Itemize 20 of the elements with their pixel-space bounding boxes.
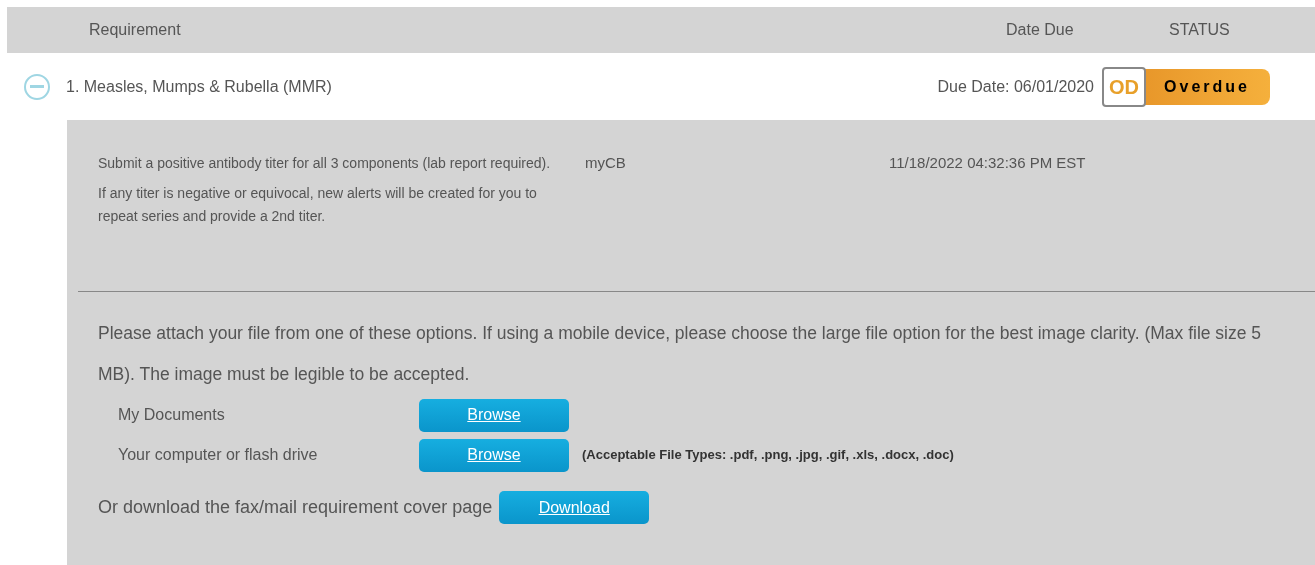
source-text: myCB [585, 153, 627, 173]
instruction-text: If any titer is negative or equivocal, new alerts will be created for you to repeat series and provide a 2nd titer. [98, 184, 538, 226]
column-header: Requirement [89, 20, 181, 40]
column-header: STATUS [1169, 20, 1231, 40]
upload-instructions: Please attach your file from one of these options. If using a mobile device, please choose the large file option for the best image clarity. (Max file size 5 MB). The image must be legible to be accepted. [98, 322, 1263, 386]
browse-button[interactable]: Browse [419, 438, 569, 472]
upload-option-label: My Documents [118, 405, 226, 425]
download-button[interactable]: Download [499, 491, 650, 524]
instruction-text: Submit a positive antibody titer for all 3 components (lab report required). [98, 154, 552, 173]
column-header: Date Due [1006, 20, 1075, 40]
browse-button[interactable]: Browse [419, 398, 569, 432]
timestamp-text: 11/18/2022 04:32:36 PM EST [889, 153, 1086, 173]
due-date: Due Date: 06/01/2020 [937, 76, 1094, 97]
requirement-title: 1. Measles, Mumps & Rubella (MMR) [66, 76, 332, 97]
collapse-icon[interactable] [24, 73, 50, 100]
download-text: Or download the fax/mail requirement cover page [98, 496, 493, 519]
status-label: Overdue [1144, 68, 1270, 105]
status-code: OD [1102, 66, 1146, 107]
file-types-note: (Acceptable File Types: .pdf, .png, .jpg, .gif, .xls, .docx, .doc) [582, 446, 954, 465]
upload-option-label: Your computer or flash drive [118, 445, 319, 465]
